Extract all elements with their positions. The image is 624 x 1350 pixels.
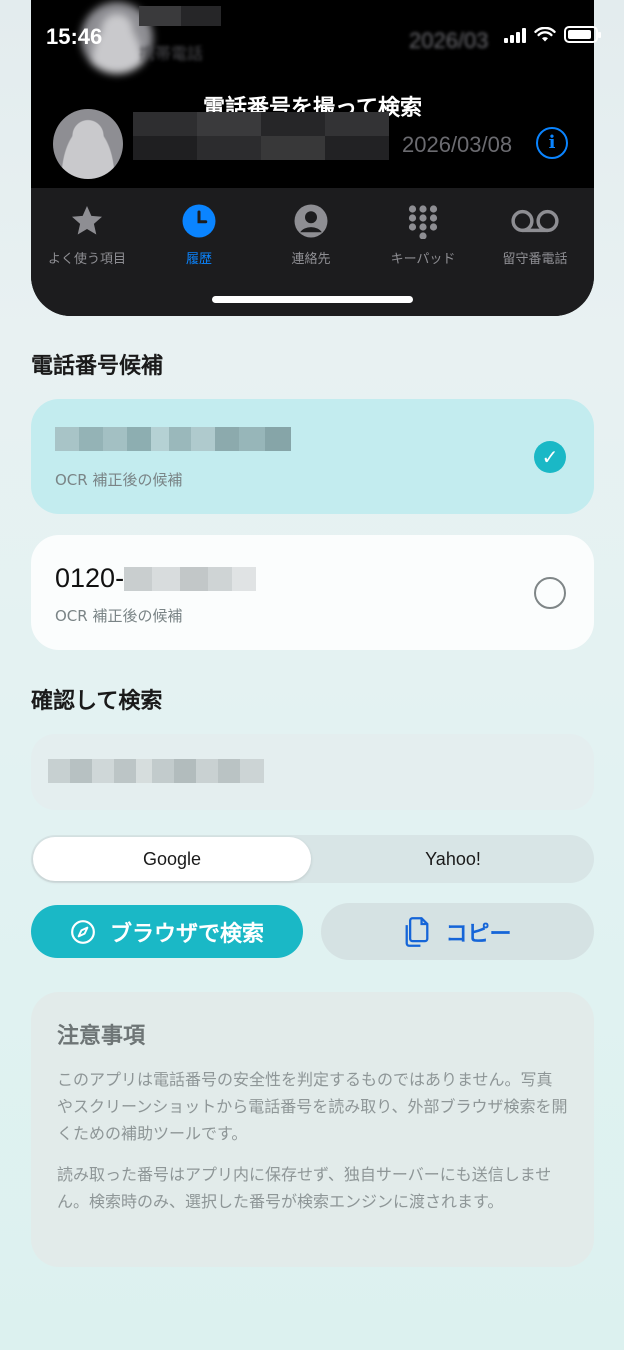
candidate-card[interactable]: 0120- OCR 補正後の候補	[31, 535, 594, 650]
screenshot-preview: 携帯電話 2026/03 電話番号を撮って検索 2026/03/08 i よく使…	[31, 0, 594, 316]
confirm-title: 確認して検索	[31, 689, 163, 714]
keypad-icon	[408, 205, 438, 239]
battery-icon	[564, 26, 601, 43]
call-row-date: 2026/03	[409, 28, 489, 53]
notice-title: 注意事項	[57, 1024, 146, 1049]
notice-paragraph: 読み取った番号はアプリ内に保存せず、独自サーバーにも送信しません。検索時のみ、選…	[57, 1165, 552, 1211]
notice-paragraph: このアプリは電話番号の安全性を判定するものではありません。写真やスクリーンショッ…	[57, 1070, 568, 1143]
voicemail-icon	[511, 209, 559, 233]
wifi-icon	[534, 26, 556, 41]
contact-avatar	[53, 109, 123, 179]
candidates-title: 電話番号候補	[31, 354, 164, 379]
home-indicator	[212, 296, 413, 303]
confirm-number-field[interactable]	[31, 734, 594, 810]
candidate-number: 0120-	[55, 563, 257, 594]
cellular-signal-icon	[504, 27, 526, 43]
call-row-date: 2026/03/08	[402, 132, 513, 157]
star-icon	[72, 206, 102, 235]
candidate-card-selected[interactable]: OCR 補正後の候補 ✓	[31, 399, 594, 514]
tab-recents: 履歴	[143, 202, 255, 267]
status-time: 15:46	[46, 24, 103, 49]
checkmark-icon: ✓	[534, 441, 566, 473]
tab-voicemail: 留守番電話	[479, 202, 591, 267]
call-row-label: 携帯電話	[139, 44, 204, 63]
redacted-number	[124, 566, 257, 591]
info-circle-icon: i	[536, 127, 568, 159]
search-engine-selector: Google Yahoo!	[31, 835, 594, 883]
engine-option-google[interactable]: Google	[33, 837, 311, 881]
radio-unchecked-icon	[534, 577, 566, 609]
tab-keypad: キーパッド	[367, 202, 479, 267]
browser-search-button[interactable]: ブラウザで検索	[31, 905, 303, 958]
candidate-number	[55, 427, 291, 451]
notice-card: 注意事項 このアプリは電話番号の安全性を判定するものではありません。写真やスクリ…	[31, 992, 594, 1267]
redacted-name	[139, 6, 221, 26]
clock-icon	[182, 204, 216, 238]
redacted-name	[133, 112, 389, 160]
candidate-subtitle: OCR 補正後の候補	[55, 471, 183, 489]
redacted-number	[48, 759, 264, 783]
compass-icon	[71, 919, 95, 944]
browser-search-label: ブラウザで検索	[109, 921, 264, 947]
tab-favorites: よく使う項目	[31, 202, 143, 267]
candidate-subtitle: OCR 補正後の候補	[55, 607, 183, 625]
copy-document-icon	[406, 916, 429, 947]
person-circle-icon	[294, 204, 328, 238]
status-icons	[504, 26, 601, 43]
engine-option-yahoo[interactable]: Yahoo!	[314, 837, 592, 881]
tab-contacts: 連絡先	[255, 202, 367, 267]
redacted-number	[55, 427, 291, 451]
copy-label: コピー	[445, 921, 512, 947]
copy-button[interactable]: コピー	[321, 903, 594, 960]
